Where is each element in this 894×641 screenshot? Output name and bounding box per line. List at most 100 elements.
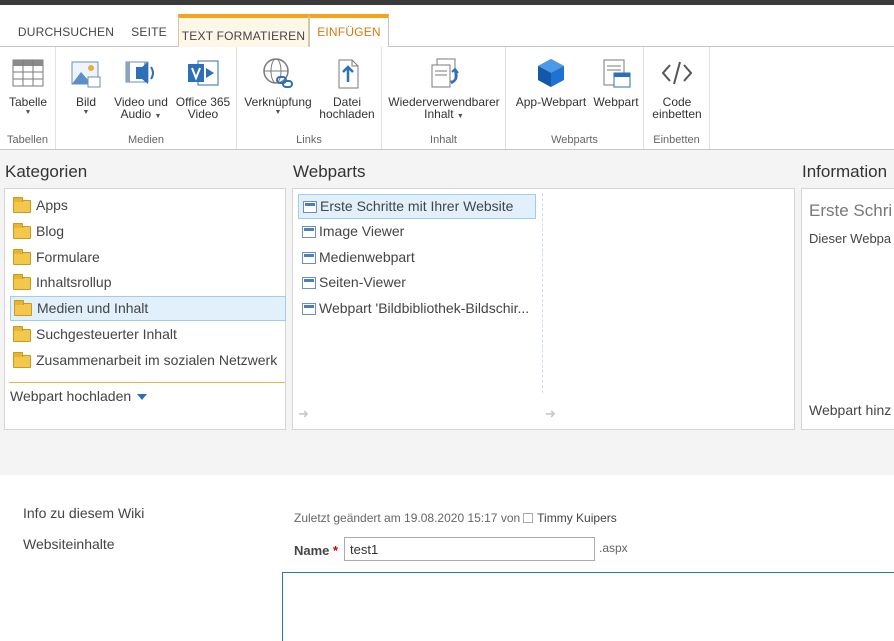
chevron-down-icon: ▼ xyxy=(154,113,162,120)
chevron-down-icon: ▼ xyxy=(274,109,282,116)
folder-icon xyxy=(13,197,31,213)
categories-list: Apps Blog Formulare Inhaltsrollup Medien… xyxy=(4,188,286,430)
ribbon-tab-row: DURCHSUCHEN SEITE TEXT FORMATIEREN EINFÜ… xyxy=(0,5,894,48)
webpart-icon xyxy=(303,201,317,213)
webpart-icon xyxy=(302,252,316,264)
category-item[interactable]: Formulare xyxy=(10,246,286,271)
tab-einfuegen[interactable]: EINFÜGEN xyxy=(309,14,389,48)
nav-websiteinhalte[interactable]: Websiteinhalte xyxy=(23,536,115,552)
page-name-input[interactable] xyxy=(344,537,595,561)
picture-icon xyxy=(71,61,101,88)
information-panel: Erste Schri Dieser Webpa Webpart hinz xyxy=(801,188,894,430)
image-viewer-icon xyxy=(302,226,316,238)
group-label-tabellen: Tabellen xyxy=(7,134,48,146)
webpart-item-selected[interactable]: Erste Schritte mit Ihrer Website xyxy=(298,194,536,219)
category-item[interactable]: Zusammenarbeit im sozialen Netzwerk xyxy=(10,349,292,374)
file-extension: .aspx xyxy=(599,541,628,555)
modified-by-user[interactable]: Timmy Kuipers xyxy=(537,511,617,525)
folder-icon xyxy=(13,223,31,239)
chevron-down-icon: ▼ xyxy=(24,109,32,116)
video-label-2: Audio xyxy=(120,107,152,121)
category-item[interactable]: Suchgesteuerter Inhalt xyxy=(10,323,286,348)
content-editor[interactable] xyxy=(282,572,894,641)
chevron-down-icon: ▼ xyxy=(456,113,464,120)
webpart-picker: Kategorien Webparts Information Apps Blo… xyxy=(0,150,894,475)
webparts-title: Webparts xyxy=(293,162,366,181)
arrow-left-icon[interactable]: ➜ xyxy=(298,406,309,422)
bild-button[interactable]: Bild ▼ xyxy=(64,55,108,117)
user-presence-icon xyxy=(523,513,534,523)
tab-text-formatieren[interactable]: TEXT FORMATIEREN xyxy=(178,14,309,47)
office365-video-icon xyxy=(188,60,219,86)
office-label-2: Video xyxy=(187,107,219,121)
webpart-item[interactable]: Medienwebpart xyxy=(298,246,536,271)
webparts-list: Erste Schritte mit Ihrer Website Image V… xyxy=(292,188,795,430)
last-modified-info: Zuletzt geändert am 19.08.2020 15:17 von… xyxy=(294,511,617,525)
divider xyxy=(9,382,285,383)
app-cube-icon xyxy=(538,59,564,87)
group-label-einbetten: Einbetten xyxy=(653,134,700,146)
app-webpart-label: App-Webpart xyxy=(515,95,587,109)
video-audio-button[interactable]: Video und Audio ▼ xyxy=(111,55,171,121)
name-label: Name * xyxy=(294,543,339,558)
required-marker: * xyxy=(333,543,339,558)
webpart-hochladen-link[interactable]: Webpart hochladen xyxy=(10,388,148,404)
webpart-icon xyxy=(603,59,631,88)
folder-icon xyxy=(13,326,31,342)
webpart-button[interactable]: Webpart xyxy=(591,55,641,108)
information-title: Information xyxy=(802,162,888,181)
tabelle-button[interactable]: Tabelle ▼ xyxy=(6,55,50,117)
verknuepfung-label: Verknüpfung xyxy=(244,95,312,109)
info-description: Dieser Webpa xyxy=(809,231,892,246)
category-item[interactable]: Apps xyxy=(10,194,286,219)
page-viewer-icon xyxy=(302,277,316,289)
wieder-label-2: Inhalt xyxy=(424,107,454,121)
group-label-medien: Medien xyxy=(127,134,165,146)
datei-label-2: hochladen xyxy=(319,107,375,121)
video-audio-icon xyxy=(125,61,154,84)
datei-hochladen-button[interactable]: Datei hochladen xyxy=(317,55,377,120)
group-label-webparts: Webparts xyxy=(551,134,598,146)
table-icon xyxy=(12,59,44,87)
wiederverwendbarer-inhalt-button[interactable]: Wiederverwendbarer Inhalt ▼ xyxy=(386,55,502,121)
webpart-item[interactable]: Webpart 'Bildbibliothek-Bildschir... xyxy=(298,297,540,322)
upload-file-icon xyxy=(338,59,359,89)
code-embed-icon xyxy=(661,61,693,85)
webpart-label: Webpart xyxy=(593,95,639,109)
categories-title: Kategorien xyxy=(5,162,88,181)
nav-info-zu-diesem-wiki[interactable]: Info zu diesem Wiki xyxy=(23,505,144,521)
info-heading: Erste Schri xyxy=(809,201,893,220)
group-inhalt: Wiederverwendbarer Inhalt ▼ Inhalt xyxy=(382,47,506,149)
webpart-item[interactable]: Image Viewer xyxy=(298,220,536,245)
group-einbetten: Code einbetten Einbetten xyxy=(644,47,710,149)
group-webparts: App-Webpart Webpart Webparts xyxy=(506,47,644,149)
chevron-down-icon: ▼ xyxy=(82,109,90,116)
group-label-inhalt: Inhalt xyxy=(430,134,457,146)
office365-video-button[interactable]: Office 365 Video xyxy=(173,55,233,120)
group-links: Verknüpfung ▼ Datei hochladen Links xyxy=(237,47,382,149)
category-item[interactable]: Blog xyxy=(10,220,286,245)
tab-seite[interactable]: SEITE xyxy=(124,19,174,47)
folder-icon xyxy=(14,300,32,316)
group-tabellen: Tabelle ▼ Tabellen xyxy=(0,47,56,149)
verknuepfung-button[interactable]: Verknüpfung ▼ xyxy=(242,55,314,117)
webpart-item[interactable]: Seiten-Viewer xyxy=(298,271,536,296)
arrow-right-icon[interactable]: ➜ xyxy=(545,406,556,422)
column-divider xyxy=(542,193,543,393)
tabelle-label: Tabelle xyxy=(8,95,48,109)
category-item-selected[interactable]: Medien und Inhalt xyxy=(10,296,286,321)
chevron-down-icon xyxy=(137,394,148,401)
bild-label: Bild xyxy=(75,95,96,109)
app-webpart-button[interactable]: App-Webpart xyxy=(511,55,591,108)
category-item[interactable]: Inhaltsrollup xyxy=(10,271,286,296)
group-label-links: Links xyxy=(296,134,322,146)
ribbon: Tabelle ▼ Tabellen Bild ▼ Video und Audi… xyxy=(0,47,894,150)
tab-durchsuchen[interactable]: DURCHSUCHEN xyxy=(14,19,118,47)
info-add-link[interactable]: Webpart hinz xyxy=(809,402,891,418)
reusable-content-icon xyxy=(431,58,459,88)
folder-icon xyxy=(13,249,31,265)
code-einbetten-button[interactable]: Code einbetten xyxy=(648,55,706,120)
link-globe-icon xyxy=(263,58,293,88)
webpart-icon xyxy=(302,303,316,315)
group-medien: Bild ▼ Video und Audio ▼ Office 365 Vide… xyxy=(56,47,237,149)
